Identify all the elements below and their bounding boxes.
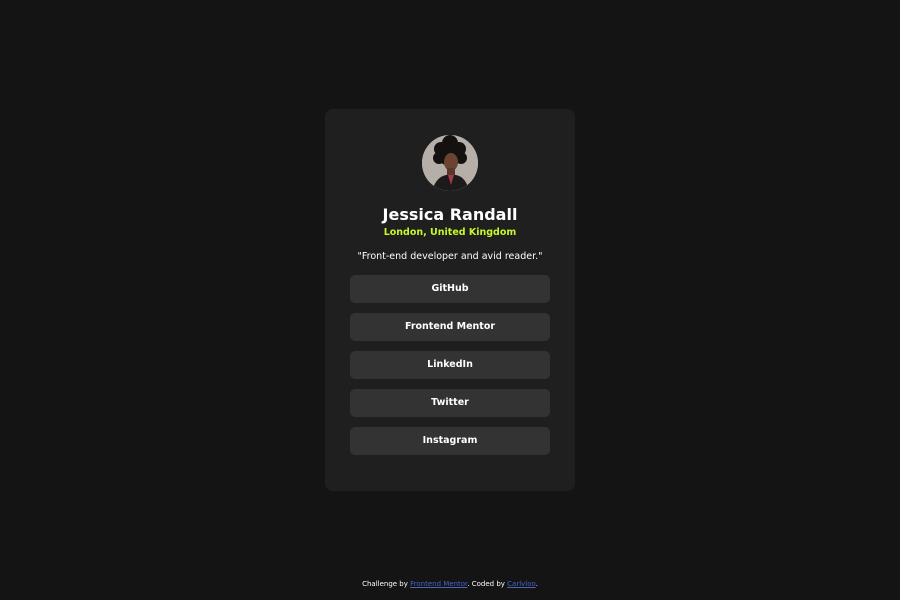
profile-card: Jessica Randall London, United Kingdom "… — [325, 109, 575, 491]
author-link[interactable]: Carlvloo — [507, 580, 536, 588]
instagram-link-button[interactable]: Instagram — [350, 427, 550, 455]
avatar — [422, 135, 478, 191]
avatar-portrait-icon — [422, 135, 478, 191]
twitter-link-button[interactable]: Twitter — [350, 389, 550, 417]
profile-location: London, United Kingdom — [383, 227, 517, 238]
attribution-middle: . Coded by — [467, 580, 508, 588]
attribution-prefix: Challenge by — [362, 580, 411, 588]
profile-bio: "Front-end developer and avid reader." — [357, 251, 543, 262]
frontend-mentor-link-button[interactable]: Frontend Mentor — [350, 313, 550, 341]
github-link-button[interactable]: GitHub — [350, 275, 550, 303]
attribution: Challenge by Frontend Mentor. Coded by C… — [0, 579, 900, 589]
profile-name: Jessica Randall — [382, 205, 518, 224]
challenge-link[interactable]: Frontend Mentor — [410, 580, 467, 588]
page: Jessica Randall London, United Kingdom "… — [0, 0, 900, 600]
attribution-suffix: . — [535, 580, 538, 588]
linkedin-link-button[interactable]: LinkedIn — [350, 351, 550, 379]
social-links: GitHub Frontend Mentor LinkedIn Twitter … — [350, 275, 550, 465]
